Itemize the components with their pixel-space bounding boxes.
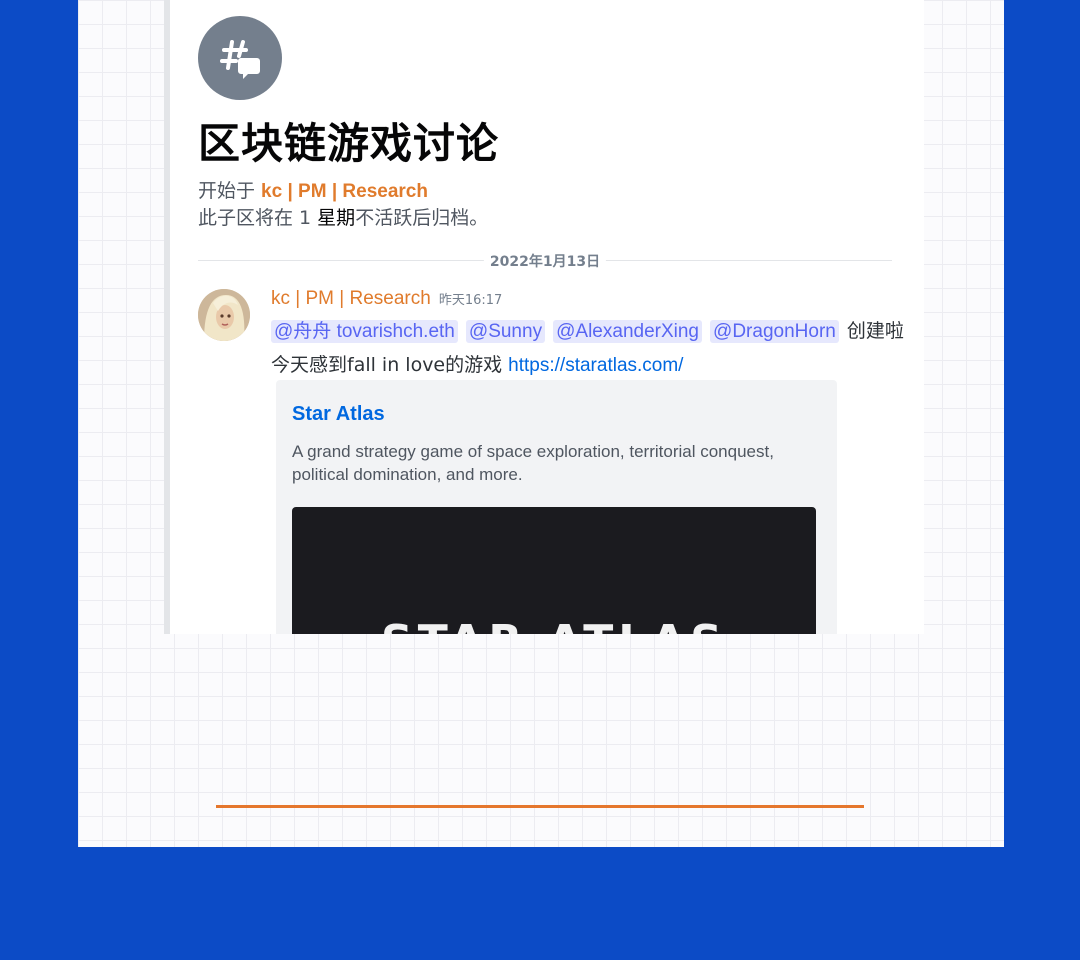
message-line-2: 今天感到fall in love的游戏 https://staratlas.co…: [271, 350, 683, 377]
archive-duration: 星期: [317, 207, 356, 229]
archive-text-pre: 此子区将在 1: [198, 207, 318, 229]
mention-alexanderxing[interactable]: @AlexanderXing: [553, 320, 702, 343]
message-line-1: @舟舟 tovarishch.eth @Sunny @AlexanderXing…: [271, 316, 904, 343]
message-timestamp: 昨天16:17: [438, 293, 503, 308]
mention-sunny[interactable]: @Sunny: [465, 320, 546, 343]
message-text: 今天感到fall in love的游戏: [271, 354, 509, 376]
link-embed: Star Atlas A grand strategy game of spac…: [276, 380, 837, 634]
discord-thread-screenshot: 区块链游戏讨论 开始于 kc | PM | Research 此子区将在 1 星…: [164, 0, 924, 634]
thread-starter-link[interactable]: kc | PM | Research: [261, 181, 428, 202]
mention-zhouzhou[interactable]: @舟舟 tovarishch.eth: [271, 320, 458, 343]
grid-paper-frame: 区块链游戏讨论 开始于 kc | PM | Research 此子区将在 1 星…: [78, 0, 1004, 847]
date-divider-label: 2022年1月13日: [483, 251, 607, 271]
embed-description: A grand strategy game of space explorati…: [292, 442, 774, 484]
mention-dragonhorn[interactable]: @DragonHorn: [710, 320, 839, 343]
embed-image-logo-text: STAR ATLAS: [292, 616, 816, 634]
embed-title-link[interactable]: Star Atlas: [292, 403, 385, 426]
archive-text-post: 不活跃后归档。: [355, 207, 489, 229]
message-text-tail: 创建啦: [846, 320, 904, 342]
thread-title: 区块链游戏讨论: [198, 119, 500, 168]
message-author[interactable]: kc | PM | Research: [271, 288, 431, 309]
started-prefix: 开始于: [198, 180, 262, 202]
thread-hash-chat-icon: [198, 16, 282, 100]
date-divider: 2022年1月13日: [198, 250, 892, 271]
thread-archive-notice: 此子区将在 1 星期不活跃后归档。: [198, 203, 488, 230]
accent-divider: [216, 805, 864, 808]
thread-started-by: 开始于 kc | PM | Research: [198, 176, 428, 203]
user-avatar[interactable]: [198, 289, 250, 341]
message-header: kc | PM | Research 昨天16:17: [271, 288, 502, 310]
embed-image[interactable]: STAR ATLAS: [292, 507, 816, 634]
message-link[interactable]: https://staratlas.com/: [508, 355, 683, 376]
